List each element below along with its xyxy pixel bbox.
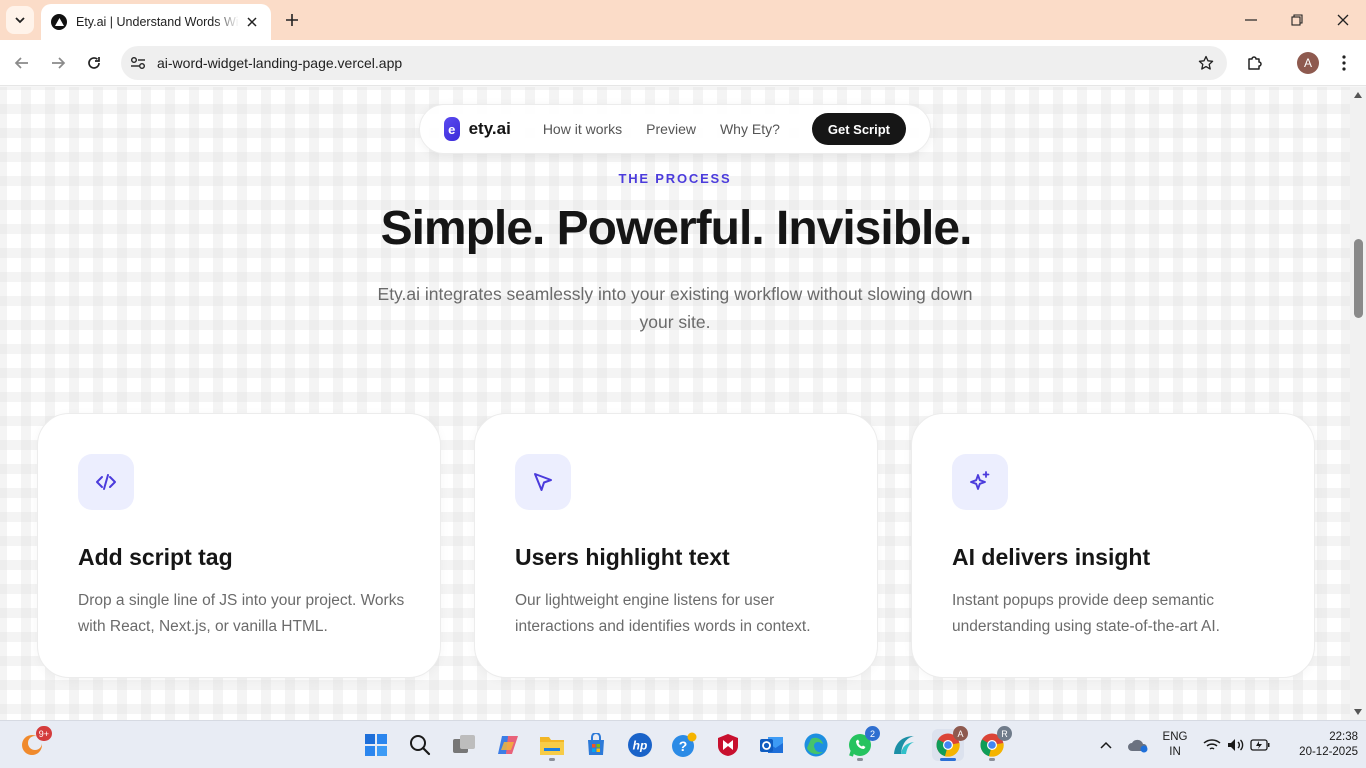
clock[interactable]: 22:38 20-12-2025 [1286, 730, 1358, 760]
card-description: Instant popups provide deep semantic und… [952, 592, 1220, 635]
scroll-up-arrow-icon[interactable] [1353, 90, 1363, 100]
card-description: Our lightweight engine listens for user … [515, 592, 811, 635]
weather-badge: 9+ [35, 726, 52, 741]
file-explorer-icon[interactable] [536, 729, 568, 761]
feature-card-script: Add script tag Drop a single line of JS … [37, 413, 441, 678]
input-language[interactable]: ENG IN [1160, 730, 1190, 760]
reload-icon[interactable] [82, 51, 106, 75]
url-text: ai-word-widget-landing-page.vercel.app [157, 55, 403, 71]
card-title: Users highlight text [515, 544, 730, 570]
brand-logo-icon[interactable]: e [444, 117, 460, 141]
card-description: Drop a single line of JS into your proje… [78, 592, 405, 635]
forward-arrow-icon[interactable] [46, 51, 70, 75]
browser-tabbar: Ety.ai | Understand Words With AI [0, 0, 1366, 40]
battery-charging-icon[interactable] [1244, 729, 1276, 761]
sparkles-icon [952, 454, 1008, 510]
svg-text:?: ? [679, 738, 688, 754]
card-title: Add script tag [78, 544, 233, 570]
browser-toolbar: ai-word-widget-landing-page.vercel.app A [0, 40, 1366, 86]
show-hidden-icons-chevron-icon[interactable] [1090, 729, 1122, 761]
scroll-thumb[interactable] [1354, 239, 1363, 318]
edge-icon[interactable] [800, 729, 832, 761]
back-arrow-icon[interactable] [10, 51, 34, 75]
nav-link-why-ety[interactable]: Why Ety? [720, 121, 780, 137]
copilot-icon[interactable] [492, 729, 524, 761]
section-headline: Simple. Powerful. Invisible. [380, 202, 973, 255]
restore-icon[interactable] [1285, 8, 1309, 32]
profile-avatar[interactable]: A [1296, 51, 1320, 75]
address-bar[interactable]: ai-word-widget-landing-page.vercel.app [121, 46, 1227, 80]
site-settings-icon[interactable] [129, 54, 147, 72]
onedrive-icon[interactable] [1122, 729, 1154, 761]
code-icon [78, 454, 134, 510]
browser-tab-active[interactable]: Ety.ai | Understand Words With AI [41, 4, 271, 40]
feature-card-highlight: Users highlight text Our lightweight eng… [474, 413, 878, 678]
windows-start-icon[interactable] [360, 729, 392, 761]
mcafee-icon[interactable] [712, 729, 744, 761]
get-help-icon[interactable]: ? [668, 729, 700, 761]
chrome-profile-a-icon[interactable]: A [932, 726, 968, 761]
cursor-icon [515, 454, 571, 510]
scroll-down-arrow-icon[interactable] [1353, 707, 1363, 717]
search-icon[interactable] [404, 729, 436, 761]
chevron-down-icon [15, 17, 25, 24]
page-viewport: e ety.ai How it works Preview Why Ety? G… [0, 87, 1350, 720]
card-title: AI delivers insight [952, 544, 1151, 570]
microsoft-store-icon[interactable] [580, 729, 612, 761]
tab-search-button[interactable] [6, 6, 34, 34]
vercel-favicon-icon [51, 14, 67, 30]
outlook-icon[interactable] [756, 729, 788, 761]
chrome-profile-badge-r: R [997, 726, 1012, 741]
close-window-icon[interactable] [1331, 8, 1355, 32]
new-tab-plus-icon[interactable] [280, 8, 304, 32]
tab-title: Ety.ai | Understand Words With AI [76, 15, 239, 29]
section-subhead: Ety.ai integrates seamlessly into your e… [377, 284, 973, 332]
app-wave-icon[interactable] [888, 729, 920, 761]
bookmark-star-icon[interactable] [1197, 54, 1215, 72]
weather-widget-icon[interactable]: 9+ [16, 726, 52, 761]
chrome-profile-badge-a: A [953, 726, 968, 741]
windows-taskbar: 9+ hp ? 2 A R ENG IN 22:38 20-12-2025 [0, 720, 1366, 768]
nav-link-how-it-works[interactable]: How it works [543, 121, 622, 137]
feature-card-insight: AI delivers insight Instant popups provi… [911, 413, 1315, 678]
whatsapp-badge: 2 [865, 726, 880, 741]
section-eyebrow: THE PROCESS [618, 171, 732, 186]
task-view-icon[interactable] [448, 729, 480, 761]
hp-icon[interactable]: hp [624, 729, 656, 761]
close-tab-icon[interactable] [243, 13, 261, 31]
extensions-puzzle-icon[interactable] [1243, 51, 1267, 75]
brand-name[interactable]: ety.ai [469, 119, 511, 139]
svg-text:hp: hp [633, 739, 648, 753]
minimize-icon[interactable] [1239, 8, 1263, 32]
get-script-button[interactable]: Get Script [811, 113, 906, 145]
whatsapp-icon[interactable]: 2 [844, 726, 880, 761]
chrome-profile-r-icon[interactable]: R [976, 726, 1012, 761]
site-navbar: e ety.ai How it works Preview Why Ety? G… [419, 104, 931, 154]
nav-link-preview[interactable]: Preview [646, 121, 696, 137]
browser-menu-icon[interactable] [1332, 51, 1356, 75]
page-scrollbar[interactable] [1350, 87, 1366, 720]
